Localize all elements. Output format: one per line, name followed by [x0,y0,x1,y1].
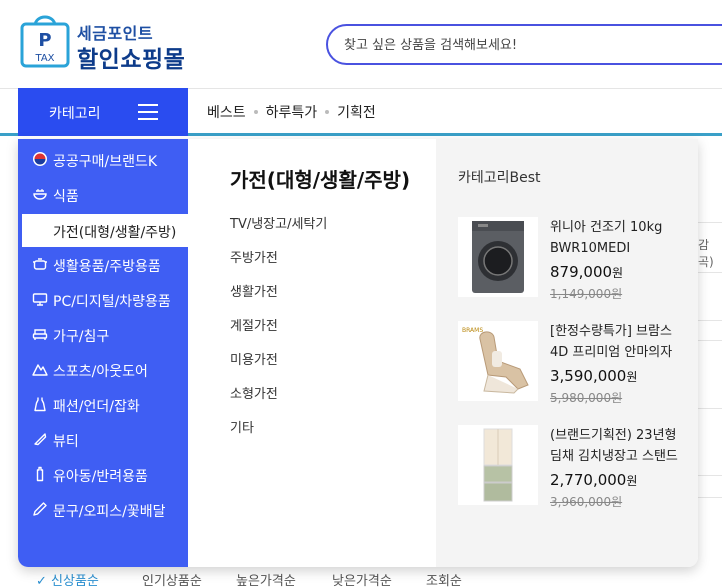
search-box[interactable] [326,24,722,65]
subcategory-link[interactable]: 주방가전 [230,247,278,266]
subcategory-link[interactable]: 소형가전 [230,383,278,402]
category-best-title: 카테고리Best [458,170,541,186]
pot-icon [33,258,47,270]
korea-flag-icon [33,152,47,166]
subcategory-link[interactable]: 미용가전 [230,349,278,368]
category-item-pc-digital[interactable]: PC/디지털/차량용품 [18,284,188,316]
subcategory-link[interactable]: 기타 [230,417,254,436]
hamburger-icon [138,104,158,120]
category-item-baby-pet[interactable]: 유아동/반려용품 [18,459,188,491]
nav-separator [253,110,258,114]
sort-option-views[interactable]: 조회순 [426,570,462,587]
bg-divider [698,408,722,409]
mountain-icon [32,364,48,376]
bg-text-fragment: 감곡) [698,238,714,269]
tax-bag-logo-icon: P TAX [20,15,70,68]
search-input[interactable] [344,35,704,55]
logo-badge-text: TAX [34,53,54,64]
logo-badge-letter: P [38,30,51,51]
bg-divider [698,272,722,273]
dress-icon [34,397,46,412]
sofa-icon [32,329,48,340]
nav-link-best[interactable]: 베스트 [207,102,246,122]
food-bowl-icon [33,189,47,200]
site-logo[interactable]: P TAX 세금포인트 할인쇼핑몰 [20,8,195,73]
product-original-price: 3,960,000원 [550,495,623,509]
kimchi-fridge-image[interactable] [458,425,538,505]
category-best-panel: 카테고리Best 위니아 건조기 10kg BWR10MEDI 879,000원… [436,139,698,567]
best-product-card[interactable]: 위니아 건조기 10kg BWR10MEDI 879,000원 1,149,00… [458,217,698,303]
svg-text:BRAMS: BRAMS [462,327,483,334]
product-name[interactable]: 위니아 건조기 10kg BWR10MEDI [550,217,685,259]
bg-divider [698,320,722,321]
category-item-appliances-selected[interactable]: 가전(대형/생활/주방) [22,214,188,247]
category-item-food[interactable]: 식품 [18,179,188,211]
lipstick-icon [34,433,47,446]
nav-bar: 카테고리 베스트 하루특가 기획전 [0,88,722,136]
best-product-card[interactable]: (브랜드기획전) 23년형 딤채 김치냉장고 스탠드 2,770,000원 3,… [458,425,698,511]
category-list: 공공구매/브랜드K 식품 가전(대형/생활/주방) 생활용품/주방용품 PC/디… [18,139,188,567]
category-item-stationery[interactable]: 문구/오피스/꽃배달 [18,494,188,526]
category-dropdown: 공공구매/브랜드K 식품 가전(대형/생활/주방) 생활용품/주방용품 PC/디… [18,139,698,567]
category-menu-button[interactable]: 카테고리 [18,88,188,136]
product-name[interactable]: (브랜드기획전) 23년형 딤채 김치냉장고 스탠드 [550,425,685,467]
product-name[interactable]: [한정수량특가] 브람스 4D 프리미엄 안마의자 [550,321,685,363]
category-item-fashion[interactable]: 패션/언더/잡화 [18,389,188,421]
category-menu-label: 카테고리 [49,106,101,122]
sort-option-newest[interactable]: ✓ 신상품순 [36,570,99,587]
bg-divider [698,222,722,223]
baby-bottle-icon [36,466,44,482]
sort-option-popular[interactable]: 인기상품순 [142,570,202,587]
subcategory-link[interactable]: TV/냉장고/세탁기 [230,213,327,232]
bg-divider [698,497,722,498]
product-price: 2,770,000원 [550,471,638,489]
subcategory-link[interactable]: 생활가전 [230,281,278,300]
check-icon: ✓ [36,574,52,587]
nav-link-daily-deal[interactable]: 하루특가 [266,102,318,122]
header: P TAX 세금포인트 할인쇼핑몰 [0,0,722,88]
sort-option-price-low[interactable]: 낮은가격순 [332,570,392,587]
sort-option-price-high[interactable]: 높은가격순 [236,570,296,587]
best-product-card[interactable]: BRAMS [한정수량특가] 브람스 4D 프리미엄 안마의자 3,590,00… [458,321,698,407]
bg-divider [698,475,722,476]
nav-links: 베스트 하루특가 기획전 [207,102,376,122]
category-item-sports[interactable]: 스포츠/아웃도어 [18,354,188,386]
product-price: 879,000원 [550,263,624,281]
product-price: 3,590,000원 [550,367,638,385]
nav-link-promotion[interactable]: 기획전 [337,102,376,122]
category-item-beauty[interactable]: 뷰티 [18,424,188,456]
subcategory-panel: 가전(대형/생활/주방) TV/냉장고/세탁기 주방가전 생활가전 계절가전 미… [188,139,436,567]
bg-divider [698,340,722,341]
dryer-image[interactable] [458,217,538,297]
pen-icon [33,502,47,516]
category-item-furniture[interactable]: 가구/침구 [18,319,188,351]
category-item-public-purchase[interactable]: 공공구매/브랜드K [18,144,188,176]
nav-separator [325,110,330,114]
monitor-icon [32,293,48,306]
logo-line2: 할인쇼핑몰 [77,47,186,73]
subcategory-link[interactable]: 계절가전 [230,315,278,334]
subcategory-title: 가전(대형/생활/주방) [230,168,411,192]
category-item-household[interactable]: 생활용품/주방용품 [18,249,188,281]
massage-chair-image[interactable]: BRAMS [458,321,538,401]
product-original-price: 5,980,000원 [550,391,623,405]
product-original-price: 1,149,000원 [550,287,623,301]
